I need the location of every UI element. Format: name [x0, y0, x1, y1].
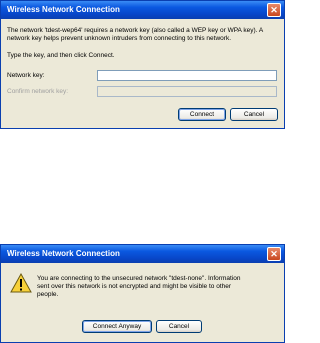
network-key-dialog: Wireless Network Connection ✕ The networ… — [0, 0, 285, 129]
unsecured-network-dialog: Wireless Network Connection ✕ You are co… — [0, 244, 285, 343]
connect-anyway-button[interactable]: Connect Anyway — [82, 320, 152, 333]
connect-button[interactable]: Connect — [178, 108, 226, 121]
close-button[interactable]: ✕ — [267, 3, 281, 17]
message-line-2: network key helps prevent unknown intrud… — [7, 35, 232, 42]
cancel-button[interactable]: Cancel — [230, 108, 278, 121]
network-key-label: Network key: — [7, 72, 45, 79]
close-button[interactable]: ✕ — [267, 247, 281, 261]
dialog-title: Wireless Network Connection — [7, 5, 120, 14]
close-icon: ✕ — [270, 249, 278, 259]
confirm-key-label: Confirm network key: — [7, 88, 69, 95]
dialog-title: Wireless Network Connection — [7, 249, 120, 258]
network-key-input[interactable] — [97, 70, 277, 81]
message-line-3: people. — [37, 291, 59, 298]
dialog-titlebar[interactable]: Wireless Network Connection ✕ — [1, 245, 284, 263]
warning-icon — [10, 273, 32, 293]
message-line-2: sent over this network is not encrypted … — [37, 283, 232, 290]
close-icon: ✕ — [270, 5, 278, 15]
cancel-button[interactable]: Cancel — [156, 320, 202, 333]
confirm-key-input[interactable] — [97, 86, 277, 97]
instruction-text: Type the key, and then click Connect. — [7, 52, 115, 59]
dialog-titlebar[interactable]: Wireless Network Connection ✕ — [1, 1, 284, 19]
